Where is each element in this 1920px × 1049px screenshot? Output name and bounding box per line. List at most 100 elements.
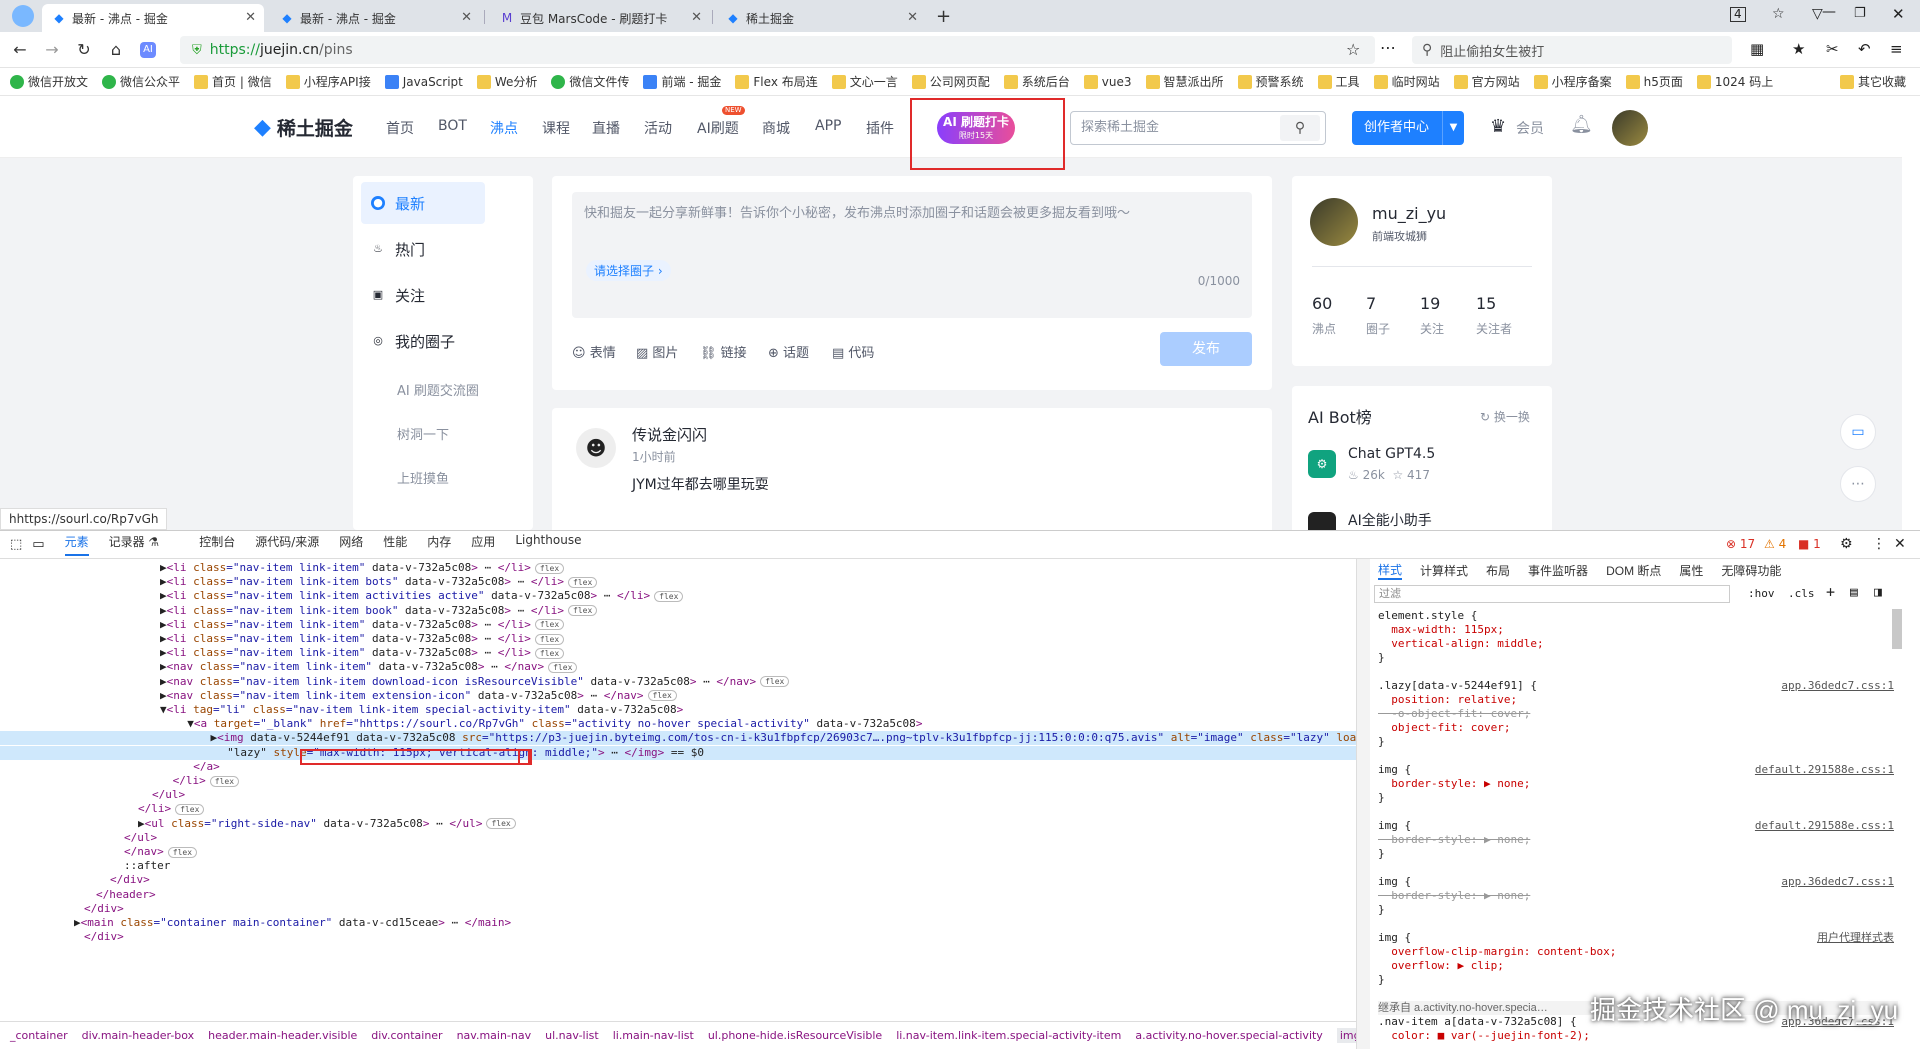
devtools-tab[interactable]: 控制台 [199, 533, 235, 556]
styles-filter-input[interactable]: 过滤 [1374, 585, 1730, 603]
tool-topic[interactable]: ⊕ 话题 [768, 342, 809, 361]
devtools-tab[interactable]: 应用 [471, 533, 495, 556]
style-source-link[interactable]: 用户代理样式表 [1817, 931, 1894, 945]
styles-tab[interactable]: 样式 [1378, 561, 1403, 580]
menu-icon[interactable]: ≡ [1890, 40, 1903, 58]
dom-node-line[interactable]: ▶<main class="container main-container" … [0, 916, 1356, 930]
style-source-link[interactable]: default.291588e.css:1 [1755, 819, 1894, 833]
nav-item[interactable]: APP [815, 118, 841, 134]
bookmark-item[interactable]: 前端 - 掘金 [643, 73, 721, 90]
paint-icon[interactable]: ▤ [1850, 585, 1858, 600]
style-line[interactable]: vertical-align: middle; [1378, 637, 1898, 651]
close-icon[interactable]: ✕ [461, 10, 472, 25]
dom-node-line[interactable]: </div> [0, 902, 1356, 916]
tab-2[interactable]: ◆ 最新 - 沸点 - 掘金 ✕ [270, 4, 480, 32]
sidebar-sub-ai[interactable]: AI 刷题交流圈 [397, 380, 479, 399]
devtools-tab[interactable]: 元素 [64, 533, 89, 556]
style-line[interactable]: color: ■ var(--juejin-font-2); [1378, 1029, 1898, 1043]
flex-badge[interactable]: flex [548, 661, 578, 673]
bookmark-item[interactable]: 系统后台 [1003, 73, 1070, 90]
sidebar-toggle-icon[interactable]: ◨ [1874, 585, 1882, 600]
bookmark-item[interactable]: vue3 [1083, 74, 1132, 89]
breadcrumb-item[interactable]: img.lazy [1336, 1028, 1356, 1043]
dom-node-line[interactable]: </div> [0, 873, 1356, 887]
dom-node-line[interactable]: ▶<ul class="right-side-nav" data-v-732a5… [0, 817, 1356, 831]
tab-4[interactable]: ◆ 稀土掘金 ✕ [716, 4, 926, 32]
favorites-icon[interactable]: ★ [1792, 40, 1805, 58]
hov-toggle[interactable]: :hov [1748, 587, 1775, 600]
sidebar-sub-fish[interactable]: 上班摸鱼 [397, 468, 449, 487]
feedback-icon[interactable]: ▭ [1840, 414, 1876, 450]
browser-search-input[interactable]: ⚲ 阻止偷拍女生被打 [1412, 36, 1732, 64]
dom-node-line[interactable]: "lazy" style="max-width: 115px; vertical… [0, 745, 1356, 760]
breadcrumb-item[interactable]: ul.nav-list [545, 1029, 599, 1042]
dom-node-line[interactable]: </ul> [0, 788, 1356, 802]
more-icon[interactable]: ⋯ [1380, 38, 1396, 57]
dom-node-line[interactable]: ▶<li class="nav-item link-item" data-v-7… [0, 618, 1356, 632]
close-icon[interactable]: ✕ [245, 10, 256, 25]
sidebar-sub-treehole[interactable]: 树洞一下 [397, 424, 449, 443]
dom-node-line[interactable]: ▶<li class="nav-item link-item" data-v-7… [0, 632, 1356, 646]
bookmark-item[interactable]: 预警系统 [1237, 73, 1304, 90]
tool-code[interactable]: ▤ 代码 [832, 342, 874, 361]
nav-item[interactable]: 商城 [762, 118, 790, 138]
flex-badge[interactable]: flex [486, 818, 516, 830]
kebab-menu-icon[interactable]: ⋮ [1872, 536, 1886, 552]
bookmark-item[interactable]: 微信公众平 [102, 73, 180, 90]
tool-image[interactable]: ▨ 图片 [636, 342, 678, 361]
sidebar-item-latest[interactable]: ● 最新 [361, 182, 485, 224]
bookmark-item[interactable]: 1024 码上 [1696, 73, 1773, 90]
profile-avatar[interactable] [1310, 198, 1358, 246]
bookmark-item[interactable]: 智慧派出所 [1145, 73, 1224, 90]
style-line[interactable]: overflow-clip-margin: content-box; [1378, 945, 1898, 959]
style-source-link[interactable]: app.36dedc7.css:1 [1781, 679, 1894, 693]
back-icon[interactable]: ← [10, 40, 30, 60]
nav-item[interactable]: 活动 [644, 118, 672, 138]
devtools-tab[interactable]: 记录器 ⚗ [109, 533, 160, 556]
inspect-icon[interactable]: ⬚ [10, 537, 22, 552]
flex-badge[interactable]: flex [175, 803, 205, 815]
styles-tab[interactable]: DOM 断点 [1606, 562, 1661, 579]
elements-tree[interactable]: ▶<li class="nav-item link-item" data-v-7… [0, 559, 1356, 1021]
breadcrumb-item[interactable]: div.main-header-box [82, 1029, 195, 1042]
nav-item[interactable]: 首页 [386, 118, 414, 138]
search-icon[interactable]: ⚲ [1280, 115, 1320, 141]
bookmark-item[interactable]: 文心一言 [831, 73, 898, 90]
bookmark-item[interactable]: 其它收藏 [1839, 73, 1906, 90]
flex-badge[interactable]: flex [167, 846, 198, 858]
flex-badge[interactable]: flex [647, 690, 677, 702]
bot-name[interactable]: Chat GPT4.5 [1348, 446, 1435, 462]
add-rule-icon[interactable]: + [1826, 583, 1835, 601]
styles-tab[interactable]: 属性 [1679, 562, 1703, 579]
bookmark-item[interactable]: 小程序API接 [285, 73, 371, 90]
chevron-down-icon[interactable]: ▼ [1442, 111, 1464, 145]
dom-node-line[interactable]: ▼<li tag="li" class="nav-item link-item … [0, 703, 1356, 717]
bot-name[interactable]: AI全能小助手 [1348, 510, 1432, 530]
warning-count[interactable]: ⚠ 4 [1764, 537, 1786, 551]
dom-node-line[interactable]: </nav> flex [0, 845, 1356, 859]
tab-count-icon[interactable]: 4 [1730, 7, 1746, 22]
devtools-tab[interactable]: 源代码/来源 [255, 533, 319, 556]
dom-node-line[interactable]: </li> flex [0, 774, 1356, 788]
close-icon[interactable]: ✕ [907, 10, 918, 25]
flex-badge[interactable]: flex [568, 605, 598, 617]
composer-textarea[interactable]: 快和掘友一起分享新鲜事！告诉你个小秘密，发布沸点时添加圈子和话题会被更多掘友看到… [572, 192, 1252, 318]
tab-1[interactable]: ◆ 最新 - 沸点 - 掘金 ✕ [42, 4, 264, 32]
dom-node-line[interactable]: </li> flex [0, 802, 1356, 816]
refresh-button[interactable]: ↻ 换一换 [1480, 408, 1530, 425]
close-devtools-icon[interactable]: ✕ [1894, 536, 1906, 552]
style-line[interactable]: max-width: 115px; [1378, 623, 1898, 637]
style-source-link[interactable]: default.291588e.css:1 [1755, 763, 1894, 777]
stat-value[interactable]: 15 [1476, 294, 1496, 313]
bookmark-item[interactable]: JavaScript [384, 74, 463, 89]
bookmark-item[interactable]: 官方网站 [1453, 73, 1520, 90]
collections-icon[interactable]: ☆ [1772, 6, 1785, 22]
cls-toggle[interactable]: .cls [1788, 587, 1815, 600]
flex-badge[interactable]: flex [568, 576, 598, 588]
select-circle-button[interactable]: 请选择圈子 › [586, 260, 671, 281]
style-line[interactable]: border-style: ▶ none; [1378, 777, 1898, 791]
devtools-tab[interactable]: 性能 [383, 533, 407, 556]
bookmark-item[interactable]: 临时网站 [1373, 73, 1440, 90]
vip-icon[interactable]: ♛ [1490, 116, 1506, 137]
nav-item[interactable]: AI刷题 [697, 118, 739, 138]
